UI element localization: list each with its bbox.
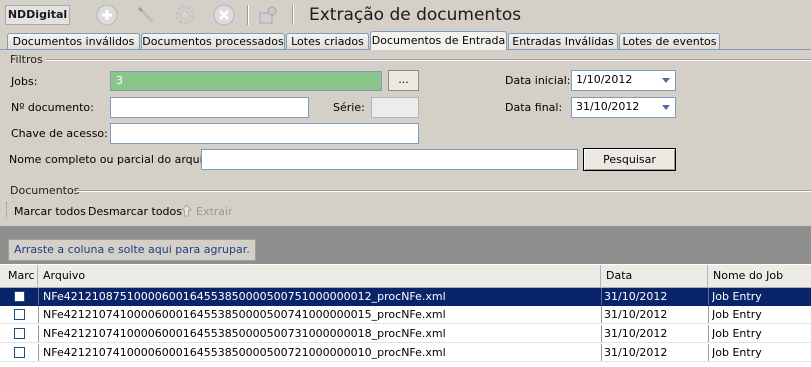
- settings-icon[interactable]: [173, 4, 197, 26]
- extract-button[interactable]: Extrair: [196, 205, 233, 218]
- column-header-nome-do-job[interactable]: Nome do Job: [708, 265, 811, 287]
- column-divider: [708, 288, 709, 305]
- column-divider: [38, 325, 39, 342]
- tab-documentos-invalidos[interactable]: Documentos inválidos: [7, 33, 140, 49]
- filters-group-line: [46, 59, 811, 60]
- row-job: Job Entry: [712, 308, 762, 321]
- row-job: Job Entry: [712, 290, 762, 303]
- table-row[interactable]: NFe4212107410000600016455385000050072100…: [0, 344, 811, 362]
- column-divider: [601, 288, 602, 305]
- column-header-arquivo[interactable]: Arquivo: [38, 265, 601, 287]
- row-checkbox[interactable]: [14, 328, 25, 339]
- row-date: 31/10/2012: [604, 290, 668, 303]
- toolbar-separator: [247, 5, 248, 25]
- chevron-down-icon[interactable]: [662, 78, 670, 83]
- column-divider: [601, 306, 602, 323]
- doc-number-label: Nº documento:: [11, 101, 94, 114]
- access-key-label: Chave de acesso:: [11, 127, 108, 140]
- tab-entradas-invalidas[interactable]: Entradas Inválidas: [508, 33, 618, 49]
- start-date-label: Data inicial:: [505, 74, 571, 87]
- end-date-value: 31/10/2012: [576, 100, 640, 113]
- table-row[interactable]: NFe4212107410000600016455385000050074100…: [0, 306, 811, 324]
- filename-field[interactable]: [201, 149, 578, 170]
- row-job: Job Entry: [712, 346, 762, 359]
- row-date: 31/10/2012: [604, 346, 668, 359]
- filters-group-title: Filtros: [10, 53, 43, 66]
- row-file: NFe4212108751000060016455385000050075100…: [43, 290, 446, 303]
- serie-field[interactable]: [371, 97, 419, 118]
- column-divider: [601, 325, 602, 342]
- column-divider: [38, 306, 39, 323]
- documents-group-title: Documentos: [10, 184, 80, 197]
- doc-number-field[interactable]: [110, 97, 309, 118]
- row-file: NFe4212107410000600016455385000050073100…: [43, 327, 446, 340]
- toolbar-grip: [6, 202, 9, 218]
- row-date: 31/10/2012: [604, 327, 668, 340]
- add-icon[interactable]: [95, 4, 119, 26]
- extract-icon: [180, 204, 193, 220]
- row-checkbox[interactable]: [14, 291, 25, 302]
- column-divider: [708, 306, 709, 323]
- mark-all-button[interactable]: Marcar todos: [14, 205, 86, 218]
- table-row[interactable]: NFe4212108751000060016455385000050075100…: [0, 288, 811, 306]
- end-date-label: Data final:: [505, 101, 563, 114]
- window-title: Extração de documentos: [309, 5, 522, 25]
- tab-strip: Documentos inválidos Documentos processa…: [0, 31, 811, 50]
- column-divider: [601, 344, 602, 361]
- filename-label: Nome completo ou parcial do arquivo:: [9, 153, 220, 166]
- end-date-picker[interactable]: 31/10/2012: [571, 97, 676, 118]
- access-key-field[interactable]: [110, 123, 419, 144]
- table-row[interactable]: NFe4212107410000600016455385000050073100…: [0, 325, 811, 343]
- edit-icon[interactable]: [134, 4, 158, 26]
- column-header-data[interactable]: Data: [601, 265, 708, 287]
- row-checkbox[interactable]: [14, 309, 25, 320]
- cancel-icon[interactable]: [212, 4, 236, 26]
- start-date-value: 1/10/2012: [576, 73, 633, 86]
- column-header-marc[interactable]: Marc: [0, 265, 38, 287]
- row-file: NFe4212107410000600016455385000050074100…: [43, 308, 446, 321]
- column-divider: [708, 344, 709, 361]
- jobs-label: Jobs:: [11, 75, 38, 88]
- column-divider: [38, 288, 39, 305]
- serie-label: Série:: [333, 101, 365, 114]
- tab-lotes-de-eventos[interactable]: Lotes de eventos: [619, 33, 720, 49]
- jobs-browse-button[interactable]: ...: [388, 70, 419, 91]
- jobs-field[interactable]: 3: [110, 71, 382, 91]
- tools-icon[interactable]: [256, 4, 280, 26]
- chevron-down-icon[interactable]: [662, 105, 670, 110]
- row-file: NFe4212107410000600016455385000050072100…: [43, 346, 446, 359]
- app-logo: NDDigital: [5, 5, 70, 25]
- tab-documentos-processados[interactable]: Documentos processados: [141, 33, 285, 49]
- row-job: Job Entry: [712, 327, 762, 340]
- row-date: 31/10/2012: [604, 308, 668, 321]
- column-divider: [38, 344, 39, 361]
- tab-lotes-criados[interactable]: Lotes criados: [286, 33, 369, 49]
- row-checkbox[interactable]: [14, 347, 25, 358]
- toolbar-separator: [292, 5, 293, 25]
- tab-documentos-de-entrada[interactable]: Documentos de Entrada: [370, 31, 507, 50]
- documents-group-line: [76, 190, 811, 191]
- group-by-hint: Arraste a coluna e solte aqui para agrup…: [8, 239, 256, 261]
- column-divider: [708, 325, 709, 342]
- search-button[interactable]: Pesquisar: [583, 148, 676, 171]
- grid-header: Marc Arquivo Data Nome do Job: [0, 265, 811, 288]
- start-date-picker[interactable]: 1/10/2012: [571, 70, 676, 91]
- unmark-all-button[interactable]: Desmarcar todos: [88, 205, 182, 218]
